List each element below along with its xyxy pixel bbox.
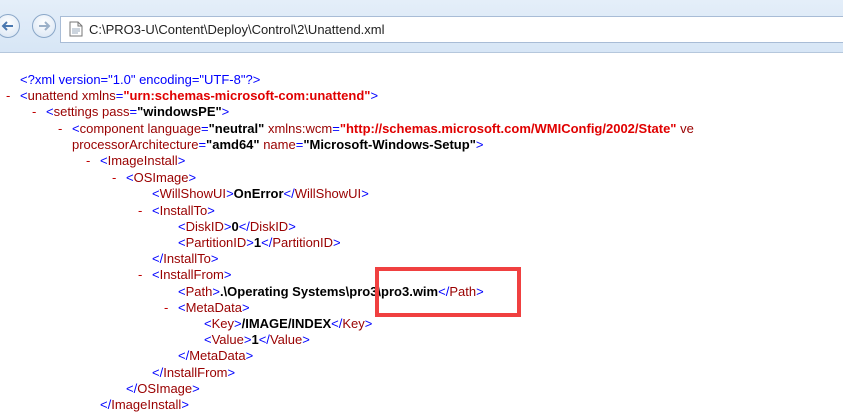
value-value: 1 [251, 332, 259, 347]
forward-button[interactable] [32, 14, 56, 38]
address-url: C:\PRO3-U\Content\Deploy\Control\2\Unatt… [89, 22, 385, 37]
component-open-tag-cont: processorArchitecture="amd64" name="Micr… [72, 137, 484, 152]
value-element: <Value>1</Value> [204, 332, 310, 347]
xml-declaration: <?xml version="1.0" encoding="UTF-8"?> [20, 72, 260, 88]
partitionid-close-tag-name: PartitionID [272, 235, 334, 250]
settings-open-tag: <settings pass="windowsPE"> [46, 104, 230, 119]
key-close-tag-name: Key [342, 316, 365, 331]
settings-attr-name: pass [102, 104, 130, 119]
installto-close-tag-name: InstallTo [163, 251, 211, 266]
partitionid-element: <PartitionID>1</PartitionID> [178, 235, 341, 250]
settings-tag-name: settings [53, 104, 99, 119]
key-value: /IMAGE/INDEX [241, 316, 332, 331]
component-attr-xmlns-wcm-value: "http://schemas.microsoft.com/WMIConfig/… [339, 121, 677, 136]
back-button[interactable] [0, 14, 20, 38]
unattend-open-tag: <unattend xmlns="urn:schemas-microsoft-c… [20, 88, 379, 103]
diskid-value: 0 [231, 219, 239, 234]
address-bar[interactable]: C:\PRO3-U\Content\Deploy\Control\2\Unatt… [60, 16, 843, 43]
collapse-toggle-settings[interactable]: - [32, 104, 36, 120]
key-tag-name: Key [211, 316, 234, 331]
metadata-close-tag: </MetaData> [178, 348, 254, 363]
collapse-toggle-unattend[interactable]: - [6, 88, 10, 104]
imageinstall-close-tag-name: ImageInstall [111, 397, 182, 412]
component-attr-name-value: "Microsoft-Windows-Setup" [303, 137, 476, 152]
willshowui-element: <WillShowUI>OnError</WillShowUI> [152, 186, 369, 201]
component-attr-truncated: ve [680, 121, 694, 136]
installto-tag-name: InstallTo [159, 203, 208, 218]
browser-toolbar: C:\PRO3-U\Content\Deploy\Control\2\Unatt… [0, 0, 843, 53]
component-attr-processor-architecture: processorArchitecture [72, 137, 199, 152]
osimage-tag-name: OSImage [133, 170, 189, 185]
metadata-tag-name: MetaData [185, 300, 242, 315]
highlight-box [375, 267, 521, 317]
diskid-close-tag-name: DiskID [249, 219, 289, 234]
collapse-toggle-osimage[interactable]: - [112, 170, 116, 186]
willshowui-tag-name: WillShowUI [159, 186, 227, 201]
component-attr-xmlns-wcm: xmlns:wcm [267, 121, 333, 136]
willshowui-value: OnError [233, 186, 284, 201]
installto-close-tag: </InstallTo> [152, 251, 219, 266]
installfrom-open-tag: <InstallFrom> [152, 267, 232, 282]
osimage-close-tag-name: OSImage [137, 381, 193, 396]
osimage-close-tag: </OSImage> [126, 381, 200, 396]
metadata-open-tag: <MetaData> [178, 300, 250, 315]
imageinstall-close-tag: </ImageInstall> [100, 397, 189, 412]
value-close-tag-name: Value [269, 332, 303, 347]
component-attr-name: name [263, 137, 296, 152]
component-tag-name: component [79, 121, 144, 136]
imageinstall-tag-name: ImageInstall [107, 153, 178, 168]
diskid-element: <DiskID>0</DiskID> [178, 219, 296, 234]
unattend-attr-name: xmlns [81, 88, 116, 103]
collapse-toggle-imageinstall[interactable]: - [86, 153, 90, 169]
component-open-tag: <component language="neutral" xmlns:wcm=… [72, 121, 694, 136]
key-element: <Key>/IMAGE/INDEX</Key> [204, 316, 373, 331]
component-attr-processor-architecture-value: "amd64" [206, 137, 260, 152]
metadata-close-tag-name: MetaData [189, 348, 246, 363]
back-arrow-icon [1, 21, 13, 31]
collapse-toggle-installfrom[interactable]: - [138, 267, 142, 283]
collapse-toggle-metadata[interactable]: - [164, 300, 168, 316]
value-tag-name: Value [211, 332, 244, 347]
osimage-open-tag: <OSImage> [126, 170, 197, 185]
installto-open-tag: <InstallTo> [152, 203, 215, 218]
unattend-tag-name: unattend [27, 88, 79, 103]
diskid-tag-name: DiskID [185, 219, 224, 234]
settings-attr-value: "windowsPE" [137, 104, 222, 119]
component-attr-language-value: "neutral" [208, 121, 265, 136]
partitionid-tag-name: PartitionID [185, 235, 247, 250]
page-icon [69, 21, 83, 37]
imageinstall-open-tag: <ImageInstall> [100, 153, 186, 168]
collapse-toggle-installto[interactable]: - [138, 203, 142, 219]
installfrom-close-tag: </InstallFrom> [152, 365, 236, 380]
installfrom-close-tag-name: InstallFrom [163, 365, 228, 380]
willshowui-close-tag-name: WillShowUI [294, 186, 362, 201]
forward-arrow-icon [39, 21, 51, 31]
component-attr-language: language [147, 121, 202, 136]
installfrom-tag-name: InstallFrom [159, 267, 224, 282]
unattend-attr-value: "urn:schemas-microsoft-com:unattend" [123, 88, 371, 103]
path-tag-name: Path [185, 284, 213, 299]
xml-declaration-text: <?xml version="1.0" encoding="UTF-8"?> [20, 72, 261, 87]
collapse-toggle-component[interactable]: - [58, 121, 62, 137]
